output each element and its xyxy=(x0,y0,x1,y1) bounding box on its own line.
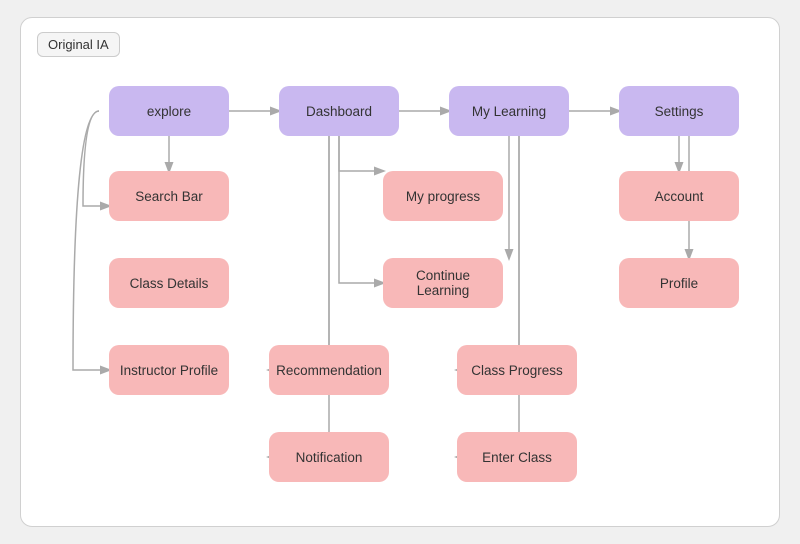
node-explore[interactable]: explore xyxy=(109,86,229,136)
node-searchbar[interactable]: Search Bar xyxy=(109,171,229,221)
node-account[interactable]: Account xyxy=(619,171,739,221)
node-notification[interactable]: Notification xyxy=(269,432,389,482)
node-settings[interactable]: Settings xyxy=(619,86,739,136)
node-profile[interactable]: Profile xyxy=(619,258,739,308)
node-mylearning[interactable]: My Learning xyxy=(449,86,569,136)
node-dashboard[interactable]: Dashboard xyxy=(279,86,399,136)
diagram-title: Original IA xyxy=(37,32,120,57)
diagram-container: Original IA xyxy=(20,17,780,527)
node-recommendation[interactable]: Recommendation xyxy=(269,345,389,395)
node-instructorprofile[interactable]: Instructor Profile xyxy=(109,345,229,395)
node-myprogress[interactable]: My progress xyxy=(383,171,503,221)
node-classdetails[interactable]: Class Details xyxy=(109,258,229,308)
node-classprogress[interactable]: Class Progress xyxy=(457,345,577,395)
node-enterclass[interactable]: Enter Class xyxy=(457,432,577,482)
node-continuelearning[interactable]: Continue Learning xyxy=(383,258,503,308)
